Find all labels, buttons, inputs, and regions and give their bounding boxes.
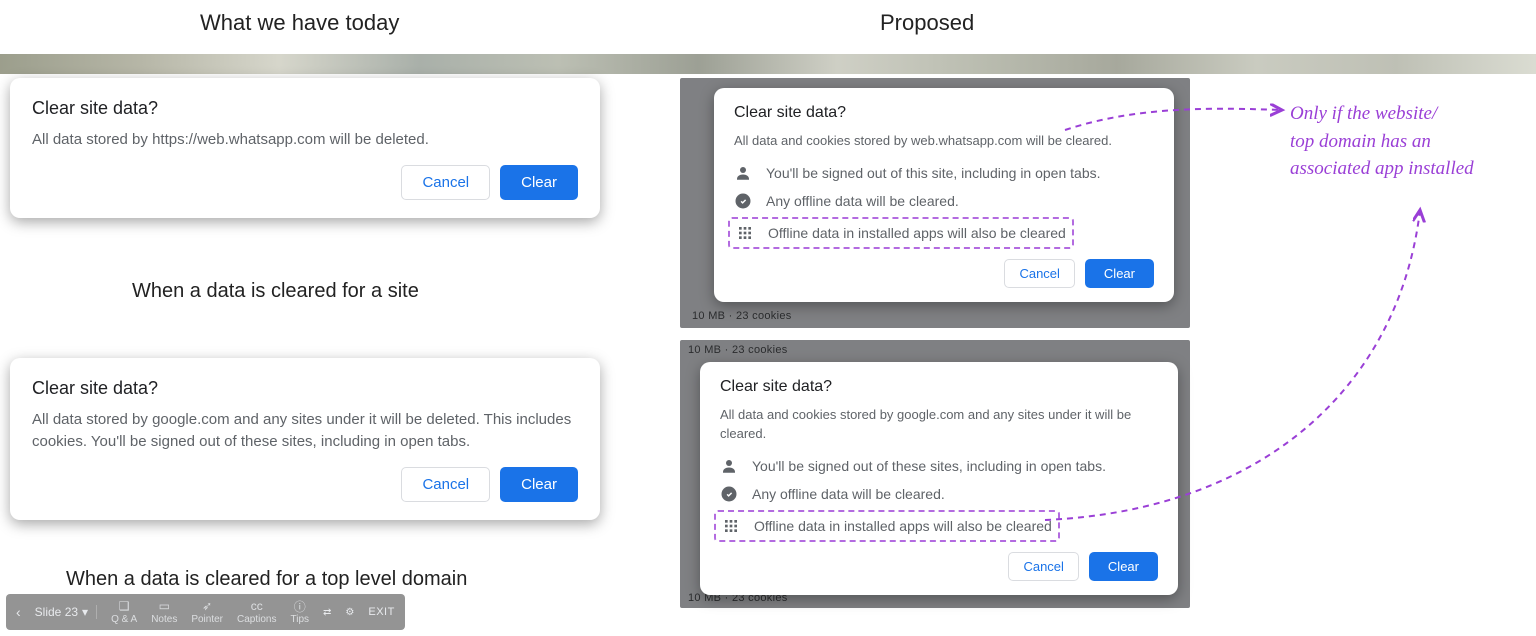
dialog-description: All data and cookies stored by google.co… bbox=[720, 406, 1158, 444]
context-proposed-site: 10 MB · 23 cookies Clear site data? All … bbox=[680, 78, 1190, 328]
cancel-button[interactable]: Cancel bbox=[1008, 552, 1078, 581]
bullet-text: You'll be signed out of these sites, inc… bbox=[752, 458, 1106, 474]
dialog-today-domain: Clear site data? All data stored by goog… bbox=[10, 358, 600, 520]
notes-icon: ▭ bbox=[157, 599, 171, 613]
captions-icon: cc bbox=[250, 599, 264, 613]
check-circle-icon bbox=[734, 192, 752, 210]
bullet-text: Any offline data will be cleared. bbox=[766, 193, 959, 209]
dialog-today-site: Clear site data? All data stored by http… bbox=[10, 78, 600, 218]
exit-button[interactable]: EXIT bbox=[368, 606, 394, 618]
bullet-signout: You'll be signed out of this site, inclu… bbox=[734, 159, 1154, 187]
dialog-description: All data stored by google.com and any si… bbox=[32, 409, 578, 453]
background-strip bbox=[0, 54, 1536, 74]
caption-today-site: When a data is cleared for a site bbox=[132, 280, 419, 303]
tool-label: Pointer bbox=[191, 614, 223, 625]
caption-today-domain: When a data is cleared for a top level d… bbox=[66, 568, 467, 591]
bullet-signout: You'll be signed out of these sites, inc… bbox=[720, 452, 1158, 480]
column-header-proposed: Proposed bbox=[880, 10, 974, 36]
context-storage-label: 10 MB · 23 cookies bbox=[692, 310, 792, 322]
qa-tool[interactable]: ❑Q & A bbox=[111, 599, 137, 625]
clear-button[interactable]: Clear bbox=[1089, 552, 1158, 581]
clear-button[interactable]: Clear bbox=[500, 165, 578, 200]
dialog-description: All data and cookies stored by web.whats… bbox=[734, 132, 1154, 151]
tool-label: Tips bbox=[290, 614, 309, 625]
dialog-proposed-site: Clear site data? All data and cookies st… bbox=[714, 88, 1174, 302]
pointer-icon: ➶ bbox=[200, 599, 214, 613]
context-storage-label: 10 MB · 23 cookies bbox=[688, 344, 788, 356]
pointer-tool[interactable]: ➶Pointer bbox=[191, 599, 223, 625]
context-proposed-domain: 10 MB · 23 cookies 10 MB · 23 cookies Cl… bbox=[680, 340, 1190, 608]
column-header-today: What we have today bbox=[200, 10, 399, 36]
cancel-button[interactable]: Cancel bbox=[1004, 259, 1074, 288]
cancel-button[interactable]: Cancel bbox=[401, 467, 490, 502]
presenter-toolbar: ‹ Slide 23 ▾ ❑Q & A ▭Notes ➶Pointer ccCa… bbox=[6, 594, 405, 630]
apps-grid-icon bbox=[722, 517, 740, 535]
notes-tool[interactable]: ▭Notes bbox=[151, 599, 177, 625]
clear-button[interactable]: Clear bbox=[500, 467, 578, 502]
person-icon bbox=[734, 164, 752, 182]
dialog-description: All data stored by https://web.whatsapp.… bbox=[32, 129, 578, 151]
bullet-text: You'll be signed out of this site, inclu… bbox=[766, 165, 1101, 181]
autoplay-icon[interactable]: ⇄ bbox=[323, 607, 331, 618]
dialog-title: Clear site data? bbox=[32, 378, 578, 399]
chevron-left-icon[interactable]: ‹ bbox=[16, 604, 21, 620]
dialog-proposed-domain: Clear site data? All data and cookies st… bbox=[700, 362, 1178, 595]
bullet-text: Offline data in installed apps will also… bbox=[754, 518, 1052, 534]
chevron-down-icon: ▾ bbox=[82, 605, 88, 619]
qa-icon: ❑ bbox=[117, 599, 131, 613]
slide-number-label: Slide 23 bbox=[35, 605, 78, 619]
dialog-title: Clear site data? bbox=[32, 98, 578, 119]
slide-indicator[interactable]: Slide 23 ▾ bbox=[35, 605, 97, 619]
highlighted-row-apps: Offline data in installed apps will also… bbox=[714, 510, 1060, 542]
bullet-text: Any offline data will be cleared. bbox=[752, 486, 945, 502]
apps-grid-icon bbox=[736, 224, 754, 242]
dialog-title: Clear site data? bbox=[734, 104, 1154, 122]
highlighted-row-apps: Offline data in installed apps will also… bbox=[728, 217, 1074, 249]
clear-button[interactable]: Clear bbox=[1085, 259, 1154, 288]
check-circle-icon bbox=[720, 485, 738, 503]
cancel-button[interactable]: Cancel bbox=[401, 165, 490, 200]
person-icon bbox=[720, 457, 738, 475]
bullet-offline: Any offline data will be cleared. bbox=[720, 480, 1158, 508]
info-icon: ⓘ bbox=[293, 599, 307, 613]
annotation-text: Only if the website/ top domain has an a… bbox=[1290, 100, 1520, 183]
bullet-text: Offline data in installed apps will also… bbox=[768, 225, 1066, 241]
tool-label: Notes bbox=[151, 614, 177, 625]
tool-label: Q & A bbox=[111, 614, 137, 625]
bullet-offline: Any offline data will be cleared. bbox=[734, 187, 1154, 215]
gear-icon[interactable]: ⚙ bbox=[345, 607, 354, 618]
captions-tool[interactable]: ccCaptions bbox=[237, 599, 276, 625]
dialog-title: Clear site data? bbox=[720, 378, 1158, 396]
tips-tool[interactable]: ⓘTips bbox=[290, 599, 309, 625]
tool-label: Captions bbox=[237, 614, 276, 625]
